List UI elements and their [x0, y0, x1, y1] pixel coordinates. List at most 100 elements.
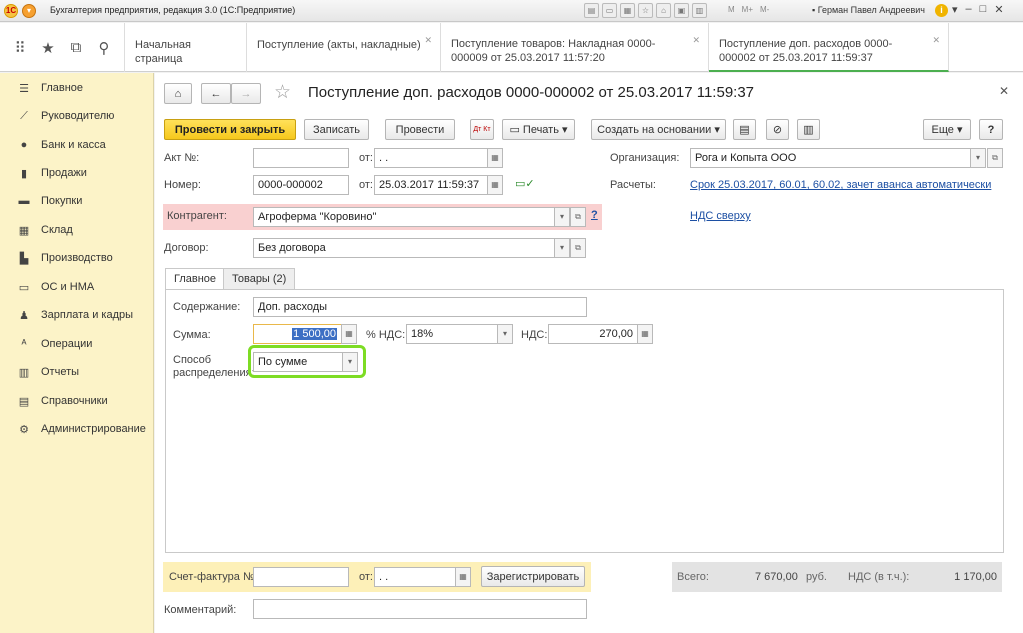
maximize-icon[interactable]: □: [980, 3, 987, 16]
info-icon[interactable]: i: [935, 4, 948, 17]
user-name[interactable]: ▪ Герман Павел Андреевич: [812, 5, 925, 15]
comment-field[interactable]: [253, 599, 587, 619]
chevron-down-icon[interactable]: ▾: [342, 352, 358, 372]
favorites-icon[interactable]: ☆: [638, 3, 653, 18]
back-button[interactable]: ←: [201, 83, 231, 104]
calc-icon[interactable]: ▣: [674, 3, 689, 18]
open-icon[interactable]: ⧉: [570, 238, 586, 258]
act-no-field[interactable]: [253, 148, 349, 168]
document-icon[interactable]: ▤: [733, 119, 756, 140]
sidebar-item-payroll[interactable]: ♟ Зарплата и кадры: [0, 305, 154, 325]
dtkt-icon[interactable]: Дт Кт: [470, 119, 494, 140]
sidebar-item-production[interactable]: ▙ Производство: [0, 248, 154, 268]
sidebar-item-warehouse[interactable]: ▦ Склад: [0, 220, 154, 240]
distribution-label-line2: распределения:: [173, 367, 255, 379]
sidebar-item-sales[interactable]: ▮ Продажи: [0, 163, 154, 183]
content-field[interactable]: Доп. расходы: [253, 297, 587, 317]
calculator-icon[interactable]: ▦: [637, 324, 653, 344]
date-field[interactable]: 25.03.2017 11:59:37: [374, 175, 488, 195]
vat-rate-field[interactable]: 18%: [406, 324, 498, 344]
vat-field[interactable]: 270,00: [548, 324, 638, 344]
create-based-on-button[interactable]: Создать на основании ▾: [591, 119, 726, 140]
chevron-down-icon[interactable]: ▾: [952, 3, 958, 16]
preview-icon[interactable]: ▦: [620, 3, 635, 18]
org-field[interactable]: Рога и Копыта ООО: [690, 148, 971, 168]
counterparty-help-link[interactable]: ?: [591, 209, 598, 221]
history-icon[interactable]: ⌂: [656, 3, 671, 18]
counterparty-label: Контрагент:: [167, 210, 227, 222]
sidebar-item-administration[interactable]: ⚙ Администрирование: [0, 419, 154, 439]
star-icon[interactable]: ★: [39, 39, 57, 57]
calendar-icon[interactable]: ▦: [487, 148, 503, 168]
chevron-down-icon[interactable]: ▾: [554, 238, 570, 258]
chevron-down-icon[interactable]: ▾: [554, 207, 570, 227]
m-minus-button[interactable]: M-: [760, 5, 769, 14]
structure-icon[interactable]: ▥: [797, 119, 820, 140]
number-field[interactable]: 0000-000002: [253, 175, 349, 195]
attachment-icon[interactable]: ⊘: [766, 119, 789, 140]
help-button[interactable]: ?: [979, 119, 1003, 140]
more-button[interactable]: Еще ▾: [923, 119, 971, 140]
tab-home[interactable]: Начальная страница: [125, 23, 247, 72]
calendar-icon[interactable]: ▥: [692, 3, 707, 18]
sidebar-item-label: Операции: [41, 338, 93, 350]
tab-main[interactable]: Главное: [165, 268, 226, 291]
counterparty-field[interactable]: Агроферма "Коровино": [253, 207, 555, 227]
sidebar-item-label: Зарплата и кадры: [41, 309, 134, 321]
open-icon[interactable]: ⧉: [987, 148, 1003, 168]
contract-field[interactable]: Без договора: [253, 238, 555, 258]
cart-icon: ▬: [18, 195, 30, 207]
minimize-icon[interactable]: –: [966, 3, 972, 16]
vat-on-top-link[interactable]: НДС сверху: [690, 210, 751, 222]
invoice-date-field[interactable]: . .: [374, 567, 456, 587]
save-icon[interactable]: ▤: [584, 3, 599, 18]
sidebar-item-main[interactable]: ☰ Главное: [0, 78, 154, 98]
sidebar-item-reports[interactable]: ▥ Отчеты: [0, 362, 154, 382]
calendar-icon[interactable]: ▦: [455, 567, 471, 587]
calendar-icon[interactable]: ▦: [487, 175, 503, 195]
sidebar-item-manager[interactable]: ⟋ Руководителю: [0, 106, 154, 126]
close-icon[interactable]: ✕: [692, 33, 700, 47]
number-label: Номер:: [164, 179, 201, 191]
chevron-down-icon[interactable]: ▾: [970, 148, 986, 168]
act-date-field[interactable]: . .: [374, 148, 488, 168]
m-button[interactable]: M: [728, 5, 735, 14]
post-button[interactable]: Провести: [385, 119, 455, 140]
invoice-no-field[interactable]: [253, 567, 349, 587]
forward-button[interactable]: →: [231, 83, 261, 104]
sidebar-item-label: Склад: [41, 224, 73, 236]
tab-goods-invoice[interactable]: Поступление товаров: Накладная 0000-0000…: [441, 23, 709, 72]
tab-extra-costs[interactable]: Поступление доп. расходов 0000-000002 от…: [709, 23, 949, 72]
calculator-icon[interactable]: ▦: [341, 324, 357, 344]
memory-buttons: M M+ M-: [728, 5, 769, 14]
open-icon[interactable]: ⧉: [570, 207, 586, 227]
sidebar-item-operations[interactable]: ᴬ Операции: [0, 334, 154, 354]
chevron-down-icon[interactable]: ▾: [497, 324, 513, 344]
save-button[interactable]: Записать: [304, 119, 369, 140]
sidebar-item-purchases[interactable]: ▬ Покупки: [0, 191, 154, 211]
tab-label: Начальная страница: [135, 39, 191, 65]
sidebar-item-fixed-assets[interactable]: ▭ ОС и НМА: [0, 277, 154, 297]
close-icon[interactable]: ✕: [424, 33, 432, 47]
favorite-star-icon[interactable]: ☆: [274, 81, 291, 104]
sidebar-item-bank[interactable]: ● Банк и касса: [0, 135, 154, 155]
sidebar-item-catalogs[interactable]: ▤ Справочники: [0, 391, 154, 411]
print-button[interactable]: ▭ Печать ▾: [502, 119, 575, 140]
grid-menu-icon[interactable]: ⠿: [11, 39, 29, 57]
search-icon[interactable]: ⚲: [95, 39, 113, 57]
print-icon[interactable]: ▭: [602, 3, 617, 18]
post-and-close-button[interactable]: Провести и закрыть: [164, 119, 296, 140]
settlements-link[interactable]: Срок 25.03.2017, 60.01, 60.02, зачет ава…: [690, 179, 991, 191]
close-icon[interactable]: ✕: [994, 3, 1003, 16]
main-menu-dropdown-icon[interactable]: ▾: [22, 4, 36, 18]
close-icon[interactable]: ✕: [999, 84, 1009, 98]
tab-goods[interactable]: Товары (2): [223, 268, 296, 290]
close-icon[interactable]: ✕: [932, 33, 940, 47]
register-button[interactable]: Зарегистрировать: [481, 566, 585, 587]
tab-receipts-list[interactable]: Поступление (акты, накладные) ✕: [247, 23, 441, 72]
distribution-method-select[interactable]: По сумме: [253, 352, 343, 372]
history-icon[interactable]: ⧉: [67, 39, 85, 56]
home-button[interactable]: ⌂: [164, 83, 192, 104]
m-plus-button[interactable]: M+: [742, 5, 753, 14]
sum-field[interactable]: 1 500,00: [253, 324, 342, 344]
